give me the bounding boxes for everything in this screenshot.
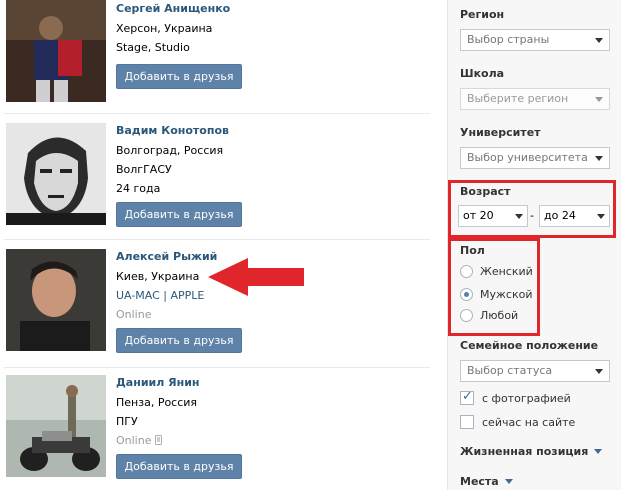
check-label: сейчас на сайте [482,416,576,429]
radio-label: Мужской [480,288,533,301]
mobile-icon [155,435,163,445]
person-name[interactable]: Сергей Анищенко [116,2,416,16]
age-from-select[interactable]: от 20 [458,205,528,227]
marital-label: Семейное положение [460,339,599,352]
age-to-value: до 24 [544,209,576,222]
result-item: Даниил Янин Пенза, Россия ПГУ Online Доб… [0,372,432,490]
status-select-value: Выбор статуса [467,364,553,377]
divider [4,239,430,240]
person-location: Пенза, Россия [116,396,198,409]
person-age: 24 года [116,182,161,195]
checkbox-online-now[interactable] [460,415,474,429]
add-friend-button[interactable]: Добавить в друзья [116,328,242,353]
radio-female[interactable] [460,265,473,278]
online-status: Online [116,308,152,321]
life-position-label: Жизненная позиция [460,445,589,458]
chevron-down-icon [504,479,513,484]
university-select[interactable]: Выбор университета [460,147,610,169]
university-label: Университет [460,126,541,139]
check-label: с фотографией [482,392,571,405]
add-friend-button[interactable]: Добавить в друзья [116,64,242,89]
places-toggle[interactable]: Места [460,475,513,488]
radio-any[interactable] [460,309,473,322]
country-select-value: Выбор страны [467,33,550,46]
divider [4,367,430,368]
avatar-photo [6,375,106,477]
person-name[interactable]: Вадим Конотопов [116,124,416,138]
chevron-down-icon [515,214,523,219]
region-select-value: Выберите регион [467,92,569,105]
age-from-value: от 20 [463,209,494,222]
divider [4,113,430,114]
checkbox-with-photo[interactable] [460,389,474,405]
chevron-down-icon [595,38,603,43]
avatar-photo [6,249,106,351]
places-label: Места [460,475,499,488]
chevron-down-icon [595,369,603,374]
filters-sidebar: Регион Выбор страны Школа Выберите регио… [447,0,621,490]
life-position-toggle[interactable]: Жизненная позиция [460,445,603,458]
arrow-icon [208,258,304,296]
add-friend-button[interactable]: Добавить в друзья [116,202,242,227]
school-label: Школа [460,67,505,80]
age-to-select[interactable]: до 24 [539,205,610,227]
result-item: Алексей Рыжий Киев, Украина UA-MAC | APP… [0,246,432,364]
sex-label: Пол [460,244,485,257]
online-status: Online [116,431,416,450]
radio-label: Женский [480,265,533,278]
result-item: Сергей Анищенко Херсон, Украина Stage, S… [0,0,432,110]
person-detail: Stage, Studio [116,41,190,54]
person-location: Херсон, Украина [116,22,213,35]
person-detail: ВолгГАСУ [116,163,172,176]
avatar[interactable] [6,249,106,351]
avatar[interactable] [6,123,106,225]
region-label: Регион [460,8,505,21]
university-select-value: Выбор университета [467,151,588,164]
age-dash: - [530,209,534,222]
avatar[interactable] [6,0,106,102]
chevron-down-icon [595,156,603,161]
chevron-down-icon [594,449,603,454]
age-label: Возраст [460,185,511,198]
search-results: Сергей Анищенко Херсон, Украина Stage, S… [0,0,432,490]
person-location: Волгоград, Россия [116,144,224,157]
avatar[interactable] [6,375,106,477]
person-detail: ПГУ [116,415,138,428]
chevron-down-icon [597,214,605,219]
result-item: Вадим Конотопов Волгоград, Россия ВолгГА… [0,120,432,238]
person-name[interactable]: Даниил Янин [116,376,416,390]
radio-label: Любой [480,309,519,322]
status-select[interactable]: Выбор статуса [460,360,610,382]
avatar-photo [6,0,106,102]
avatar-photo [6,123,106,225]
add-friend-button[interactable]: Добавить в друзья [116,454,242,479]
radio-male[interactable] [460,288,473,301]
chevron-down-icon [595,97,603,102]
online-text: Online [116,434,152,447]
region-select[interactable]: Выберите регион [460,88,610,110]
country-select[interactable]: Выбор страны [460,29,610,51]
